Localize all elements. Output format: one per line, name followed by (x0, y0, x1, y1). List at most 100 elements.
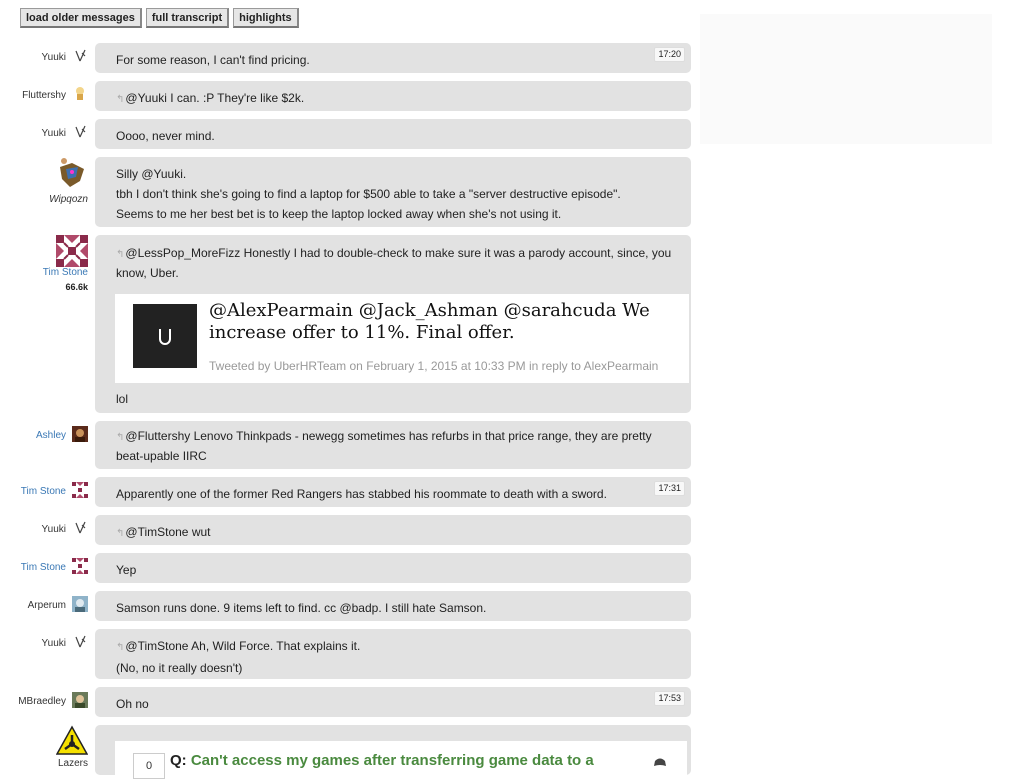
message-text: Apparently one of the former Red Rangers… (116, 487, 607, 501)
message-author: Yuuki (0, 629, 88, 679)
highlights-button[interactable]: highlights (233, 8, 299, 28)
timestamp[interactable]: 17:53 (654, 691, 685, 706)
wipqozn-avatar-icon (60, 158, 84, 187)
gaming-site-icon (654, 758, 666, 766)
message-text-content: @TimStone Ah, Wild Force. That explains … (125, 639, 361, 653)
avatar[interactable] (72, 426, 88, 442)
yuuki-avatar-icon (75, 125, 86, 138)
username[interactable]: Tim Stone (21, 486, 66, 497)
avatar[interactable] (72, 482, 88, 498)
avatar[interactable] (72, 635, 88, 651)
avatar[interactable] (55, 725, 89, 757)
message-author: Lazers (0, 725, 89, 769)
message-text: Samson runs done. 9 items left to find. … (116, 601, 487, 615)
hazard-avatar-icon (55, 725, 89, 755)
reply-arrow-icon[interactable]: ↰ (116, 528, 124, 539)
message-author: Yuuki (0, 515, 88, 545)
timestamp[interactable]: 17:31 (654, 481, 685, 496)
avatar[interactable] (72, 558, 88, 574)
message-bubble[interactable]: ↰@Fluttershy Lenovo Thinkpads - newegg s… (95, 421, 691, 469)
message-text: (No, no it really doesn't) (116, 661, 243, 675)
avatar[interactable] (72, 125, 88, 141)
reply-arrow-icon[interactable]: ↰ (116, 249, 124, 260)
avatar[interactable] (56, 157, 88, 189)
side-panel (700, 14, 992, 144)
tweet-embed[interactable]: @AlexPearmain @Jack_Ashman @sarahcuda We… (115, 294, 689, 383)
avatar[interactable] (72, 521, 88, 537)
username[interactable]: Ashley (36, 430, 66, 441)
username[interactable]: Tim Stone (43, 267, 88, 278)
full-transcript-button[interactable]: full transcript (145, 8, 230, 28)
identicon-avatar-icon (72, 482, 88, 498)
transcript-toolbar: load older messages full transcript high… (20, 8, 299, 28)
message-author: Ashley (0, 421, 88, 469)
username[interactable]: Yuuki (42, 524, 66, 535)
message-author: Tim Stone (0, 477, 88, 507)
tweet-meta[interactable]: Tweeted by UberHRTeam on February 1, 201… (209, 356, 658, 376)
message-text: ↰@TimStone Ah, Wild Force. That explains… (116, 636, 681, 658)
username[interactable]: Fluttershy (22, 90, 66, 101)
message-text: Oooo, never mind. (116, 129, 215, 143)
fluttershy-avatar-icon (76, 87, 84, 100)
message-text: Oh no (116, 697, 149, 711)
message-bubble[interactable]: Apparently one of the former Red Rangers… (95, 477, 691, 507)
reply-arrow-icon[interactable]: ↰ (116, 432, 124, 443)
message-text: ↰@Fluttershy Lenovo Thinkpads - newegg s… (116, 427, 681, 465)
message-bubble[interactable]: ↰@TimStone Ah, Wild Force. That explains… (95, 629, 691, 679)
avatar[interactable] (72, 596, 88, 612)
message-bubble[interactable]: Oh no 17:53 (95, 687, 691, 717)
message-author: MBraedley (0, 687, 88, 717)
message-text-content: @Yuuki I can. :P They're like $2k. (125, 91, 305, 105)
message-text: tbh I don't think she's going to find a … (116, 187, 621, 201)
message-text: ↰@TimStone wut (116, 522, 681, 544)
question-link[interactable]: Can't access my games after transferring… (191, 752, 594, 769)
avatar[interactable] (72, 49, 88, 65)
message-bubble[interactable]: For some reason, I can't find pricing. 1… (95, 43, 691, 73)
username[interactable]: Tim Stone (21, 562, 66, 573)
question-prefix: Q: (170, 752, 187, 769)
message-author: Tim Stone 66.6k (0, 235, 88, 413)
ashley-avatar-icon (72, 426, 88, 442)
message-bubble[interactable]: ↰@TimStone wut (95, 515, 691, 545)
username[interactable]: Lazers (58, 758, 88, 769)
message-text: Seems to me her best bet is to keep the … (116, 207, 562, 221)
message-author: Arperum (0, 591, 88, 621)
identicon-avatar-icon (56, 235, 88, 267)
message-bubble[interactable]: Oooo, never mind. (95, 119, 691, 149)
avatar[interactable] (72, 86, 88, 102)
message-bubble[interactable]: ↰@LessPop_MoreFizz Honestly I had to dou… (95, 235, 691, 413)
message-bubble[interactable]: Yep (95, 553, 691, 583)
message-bubble[interactable]: Samson runs done. 9 items left to find. … (95, 591, 691, 621)
message-bubble[interactable]: ↰@Yuuki I can. :P They're like $2k. (95, 81, 691, 111)
load-older-messages-button[interactable]: load older messages (20, 8, 142, 28)
message-text-content: @LessPop_MoreFizz Honestly I had to doub… (116, 246, 672, 280)
message-author: Fluttershy (0, 81, 88, 111)
message-author: Yuuki (0, 119, 88, 149)
username[interactable]: MBraedley (18, 696, 66, 707)
yuuki-avatar-icon (75, 635, 86, 648)
message-author: Wipqozn (0, 157, 88, 227)
arperum-avatar-icon (72, 596, 88, 612)
username[interactable]: Wipqozn (49, 194, 88, 205)
message-bubble[interactable]: Silly @Yuuki. tbh I don't think she's go… (95, 157, 691, 227)
mbraedley-avatar-icon (72, 692, 88, 708)
reply-arrow-icon[interactable]: ↰ (116, 642, 124, 653)
username[interactable]: Yuuki (42, 52, 66, 63)
reply-arrow-icon[interactable]: ↰ (116, 94, 124, 105)
question-title[interactable]: Q: Can't access my games after transferr… (170, 751, 594, 771)
yuuki-avatar-icon (75, 49, 86, 62)
username[interactable]: Arperum (28, 600, 66, 611)
message-text: ↰@Yuuki I can. :P They're like $2k. (116, 88, 681, 110)
question-onebox[interactable]: 0 Q: Can't access my games after transfe… (115, 741, 687, 781)
uber-logo-icon (133, 304, 197, 368)
avatar[interactable] (72, 692, 88, 708)
message-text: For some reason, I can't find pricing. (116, 53, 310, 67)
username[interactable]: Yuuki (42, 128, 66, 139)
message-author: Yuuki (0, 43, 88, 73)
uber-u-icon (159, 329, 171, 345)
timestamp[interactable]: 17:20 (654, 47, 685, 62)
message-author: Tim Stone (0, 553, 88, 583)
username[interactable]: Yuuki (42, 638, 66, 649)
message-text-content: @Fluttershy Lenovo Thinkpads - newegg so… (116, 429, 652, 463)
avatar[interactable] (56, 235, 88, 267)
